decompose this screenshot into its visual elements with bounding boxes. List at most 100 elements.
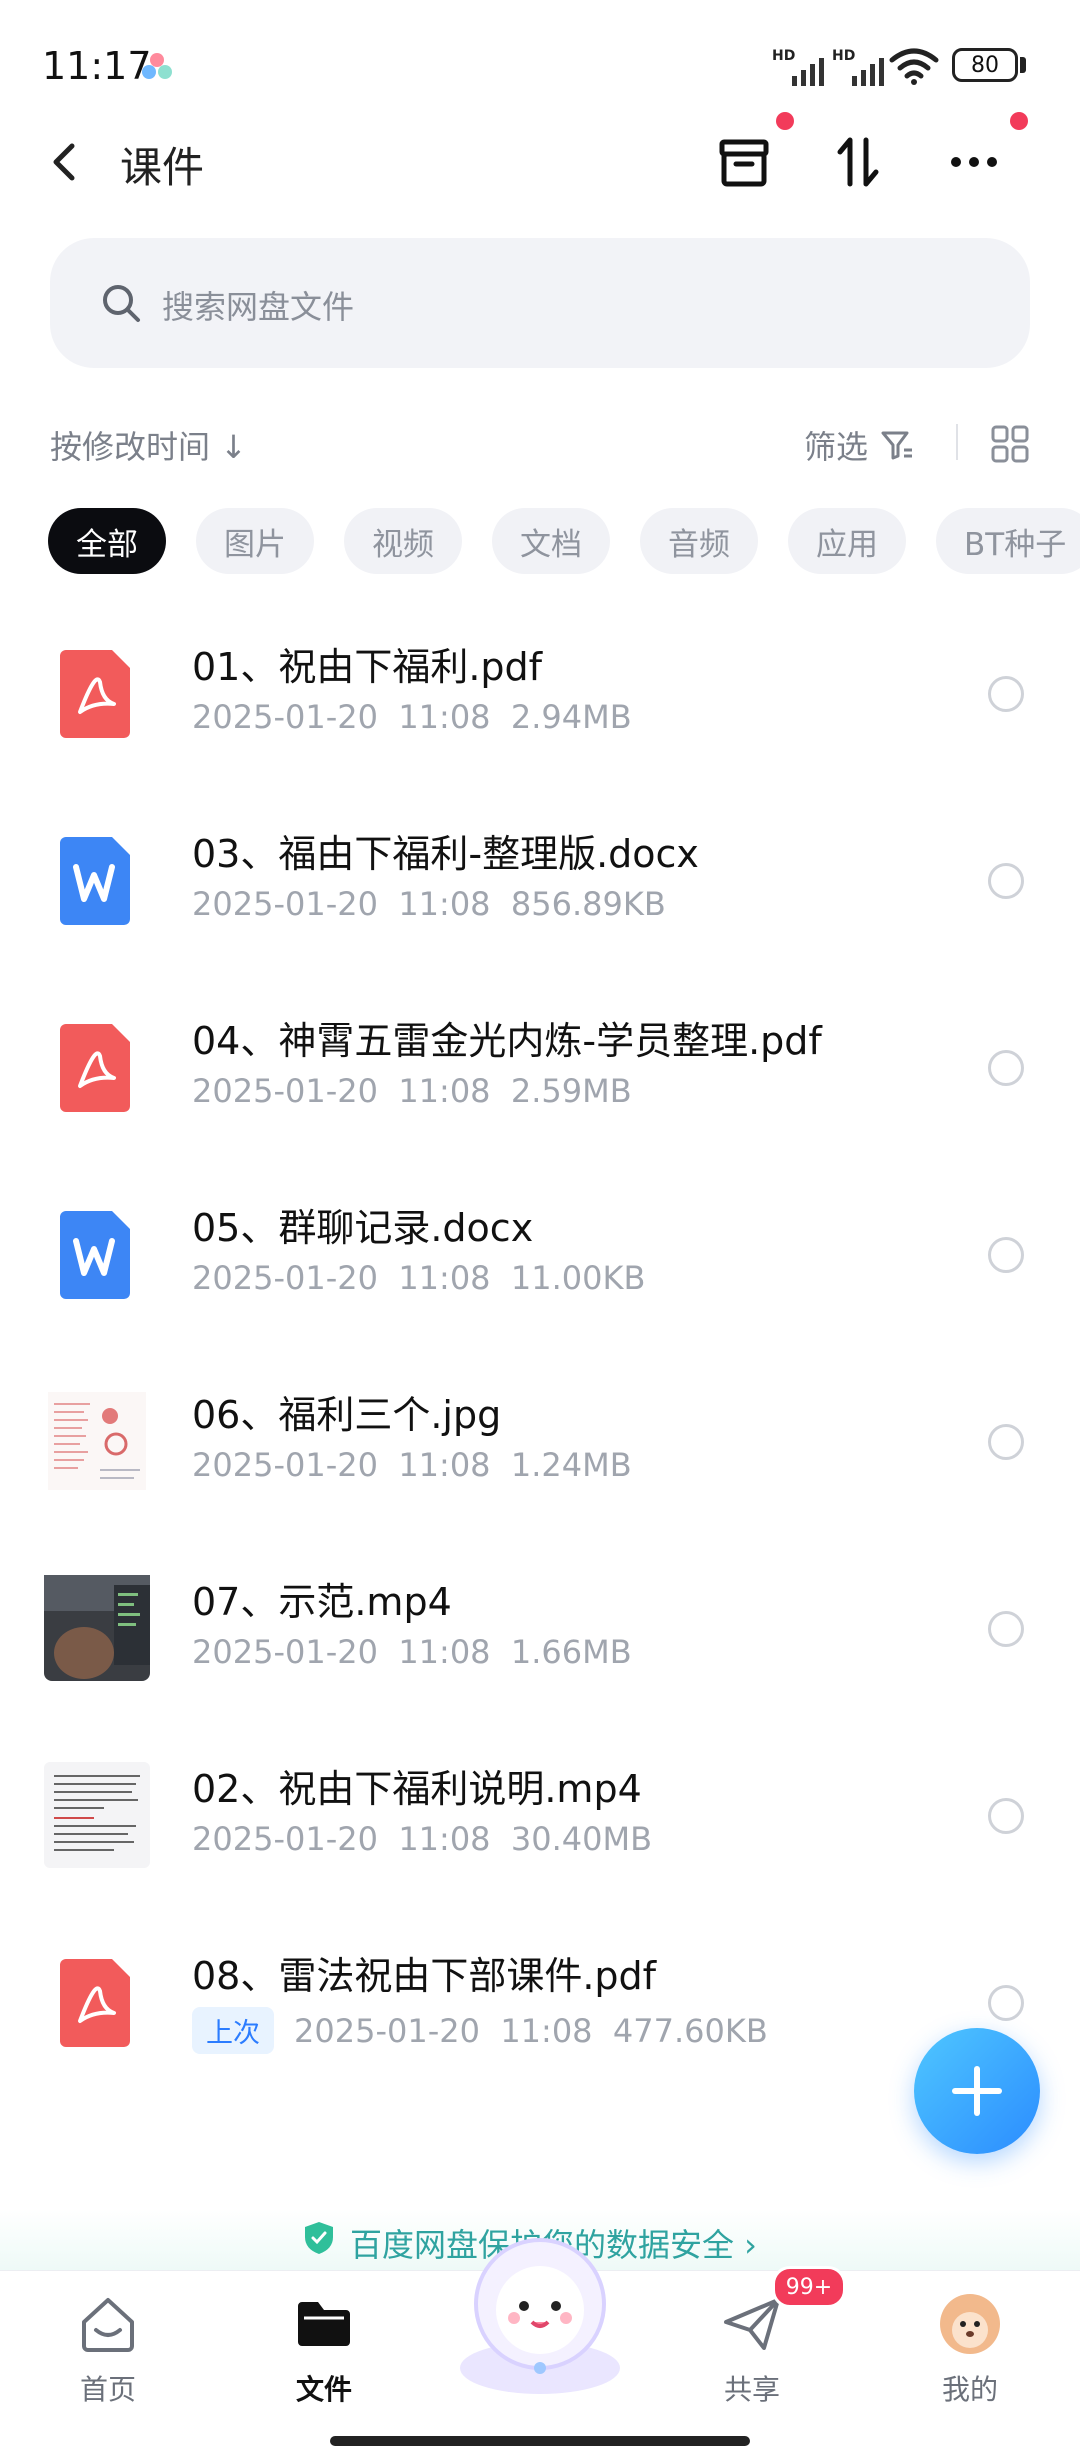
file-size: 477.60KB (612, 2012, 768, 2050)
home-icon (82, 2298, 134, 2352)
file-meta: 2025-01-20 11:08 2.59MB (192, 1072, 632, 1110)
select-radio[interactable] (988, 676, 1024, 712)
signal-icon (792, 58, 824, 86)
grid-view-icon[interactable] (990, 424, 1030, 464)
file-name: 06、福利三个.jpg (192, 1393, 502, 1437)
file-date: 2025-01-20 (192, 1633, 378, 1671)
mascot-assistant-icon[interactable] (444, 2218, 636, 2398)
send-icon (724, 2298, 780, 2350)
chip-documents[interactable]: 文档 (492, 508, 610, 574)
file-row[interactable]: 06、福利三个.jpg 2025-01-20 11:08 1.24MB (0, 1344, 1080, 1531)
file-time: 11:08 (398, 1820, 491, 1858)
word-file-icon (60, 1211, 130, 1299)
file-name: 02、祝由下福利说明.mp4 (192, 1767, 642, 1811)
file-date: 2025-01-20 (192, 1072, 378, 1110)
file-meta: 上次 2025-01-20 11:08 477.60KB (192, 2007, 768, 2054)
nav-share-label: 共享 (723, 2373, 780, 2406)
home-indicator[interactable] (330, 2436, 750, 2446)
file-meta: 2025-01-20 11:08 1.66MB (192, 1633, 632, 1671)
file-time: 11:08 (500, 2012, 593, 2050)
filter-icon (881, 431, 912, 460)
sort-order-button[interactable] (826, 130, 890, 194)
select-radio[interactable] (988, 1050, 1024, 1086)
chip-apps[interactable]: 应用 (788, 508, 906, 574)
archive-notification-dot (776, 112, 794, 130)
nav-home[interactable]: 首页 (28, 2280, 188, 2408)
more-icon (951, 157, 997, 167)
search-input[interactable]: 搜索网盘文件 (162, 282, 354, 328)
shield-icon (305, 2222, 333, 2254)
file-meta: 2025-01-20 11:08 856.89KB (192, 885, 666, 923)
file-row[interactable]: 02、祝由下福利说明.mp4 2025-01-20 11:08 30.40MB (0, 1718, 1080, 1905)
category-chips: 全部 图片 视频 文档 音频 应用 BT种子 (48, 508, 1080, 574)
file-time: 11:08 (398, 698, 491, 736)
file-row[interactable]: 07、示范.mp4 2025-01-20 11:08 1.66MB (0, 1531, 1080, 1718)
file-row[interactable]: 04、神霄五雷金光内炼-学员整理.pdf 2025-01-20 11:08 2.… (0, 970, 1080, 1157)
nav-mine[interactable]: 我的 (890, 2280, 1050, 2408)
wifi-icon (889, 48, 939, 85)
file-time: 11:08 (398, 1446, 491, 1484)
file-name: 05、群聊记录.docx (192, 1206, 534, 1250)
file-row[interactable]: 05、群聊记录.docx 2025-01-20 11:08 11.00KB (0, 1157, 1080, 1344)
select-radio[interactable] (988, 863, 1024, 899)
file-time: 11:08 (398, 885, 491, 923)
file-date: 2025-01-20 (192, 1820, 378, 1858)
archive-button[interactable] (712, 130, 776, 194)
file-size: 2.59MB (510, 1072, 632, 1110)
file-date: 2025-01-20 (192, 885, 378, 923)
toolbar-divider (956, 424, 958, 460)
file-time: 11:08 (398, 1259, 491, 1297)
image-thumbnail (48, 1392, 146, 1490)
file-meta: 2025-01-20 11:08 1.24MB (192, 1446, 632, 1484)
file-size: 1.24MB (510, 1446, 632, 1484)
video-thumbnail (44, 1762, 150, 1868)
more-notification-dot (1010, 112, 1028, 130)
sort-icon (837, 137, 879, 187)
file-size: 2.94MB (510, 698, 632, 736)
file-date: 2025-01-20 (192, 1259, 378, 1297)
avatar (940, 2294, 1000, 2354)
chip-videos[interactable]: 视频 (344, 508, 462, 574)
nav-files-label: 文件 (295, 2373, 352, 2406)
file-name: 03、福由下福利-整理版.docx (192, 832, 699, 876)
file-size: 11.00KB (510, 1259, 646, 1297)
file-meta: 2025-01-20 11:08 11.00KB (192, 1259, 645, 1297)
file-date: 2025-01-20 (294, 2012, 480, 2050)
chip-images[interactable]: 图片 (196, 508, 314, 574)
filter-button[interactable]: 筛选 (804, 422, 868, 468)
nav-home-label: 首页 (79, 2373, 136, 2406)
select-radio[interactable] (988, 1237, 1024, 1273)
pdf-file-icon (60, 1959, 130, 2047)
back-icon[interactable] (44, 140, 88, 184)
select-radio[interactable] (988, 1798, 1024, 1834)
file-row[interactable]: 01、祝由下福利.pdf 2025-01-20 11:08 2.94MB (0, 596, 1080, 783)
more-options-button[interactable] (942, 130, 1006, 194)
file-size: 856.89KB (510, 885, 666, 923)
signal-icon (852, 58, 884, 86)
select-radio[interactable] (988, 1611, 1024, 1647)
video-thumbnail (44, 1575, 150, 1681)
file-name: 08、雷法祝由下部课件.pdf (192, 1954, 657, 1998)
status-bar: 11:17 HD HD 80 (0, 0, 1080, 130)
file-size: 1.66MB (510, 1633, 632, 1671)
select-radio[interactable] (988, 1985, 1024, 2021)
add-button[interactable] (914, 2028, 1040, 2154)
file-row[interactable]: 08、雷法祝由下部课件.pdf 上次 2025-01-20 11:08 477.6… (0, 1905, 1080, 2092)
nav-files[interactable]: 文件 (244, 2280, 404, 2408)
select-radio[interactable] (988, 1424, 1024, 1460)
battery-tip (1020, 57, 1026, 73)
folder-icon (298, 2302, 350, 2346)
file-name: 07、示范.mp4 (192, 1580, 452, 1624)
file-name: 01、祝由下福利.pdf (192, 645, 543, 689)
file-name: 04、神霄五雷金光内炼-学员整理.pdf (192, 1019, 822, 1063)
status-time: 11:17 (42, 44, 152, 88)
file-row[interactable]: 03、福由下福利-整理版.docx 2025-01-20 11:08 856.8… (0, 783, 1080, 970)
battery-indicator: 80 (952, 48, 1018, 82)
file-meta: 2025-01-20 11:08 30.40MB (192, 1820, 652, 1858)
chip-audio[interactable]: 音频 (640, 508, 758, 574)
file-time: 11:08 (398, 1633, 491, 1671)
pdf-file-icon (60, 650, 130, 738)
chip-all[interactable]: 全部 (48, 508, 166, 574)
sort-by-modified-time[interactable]: 按修改时间 ↓ (50, 422, 247, 468)
chip-bt-torrents[interactable]: BT种子 (936, 508, 1080, 574)
